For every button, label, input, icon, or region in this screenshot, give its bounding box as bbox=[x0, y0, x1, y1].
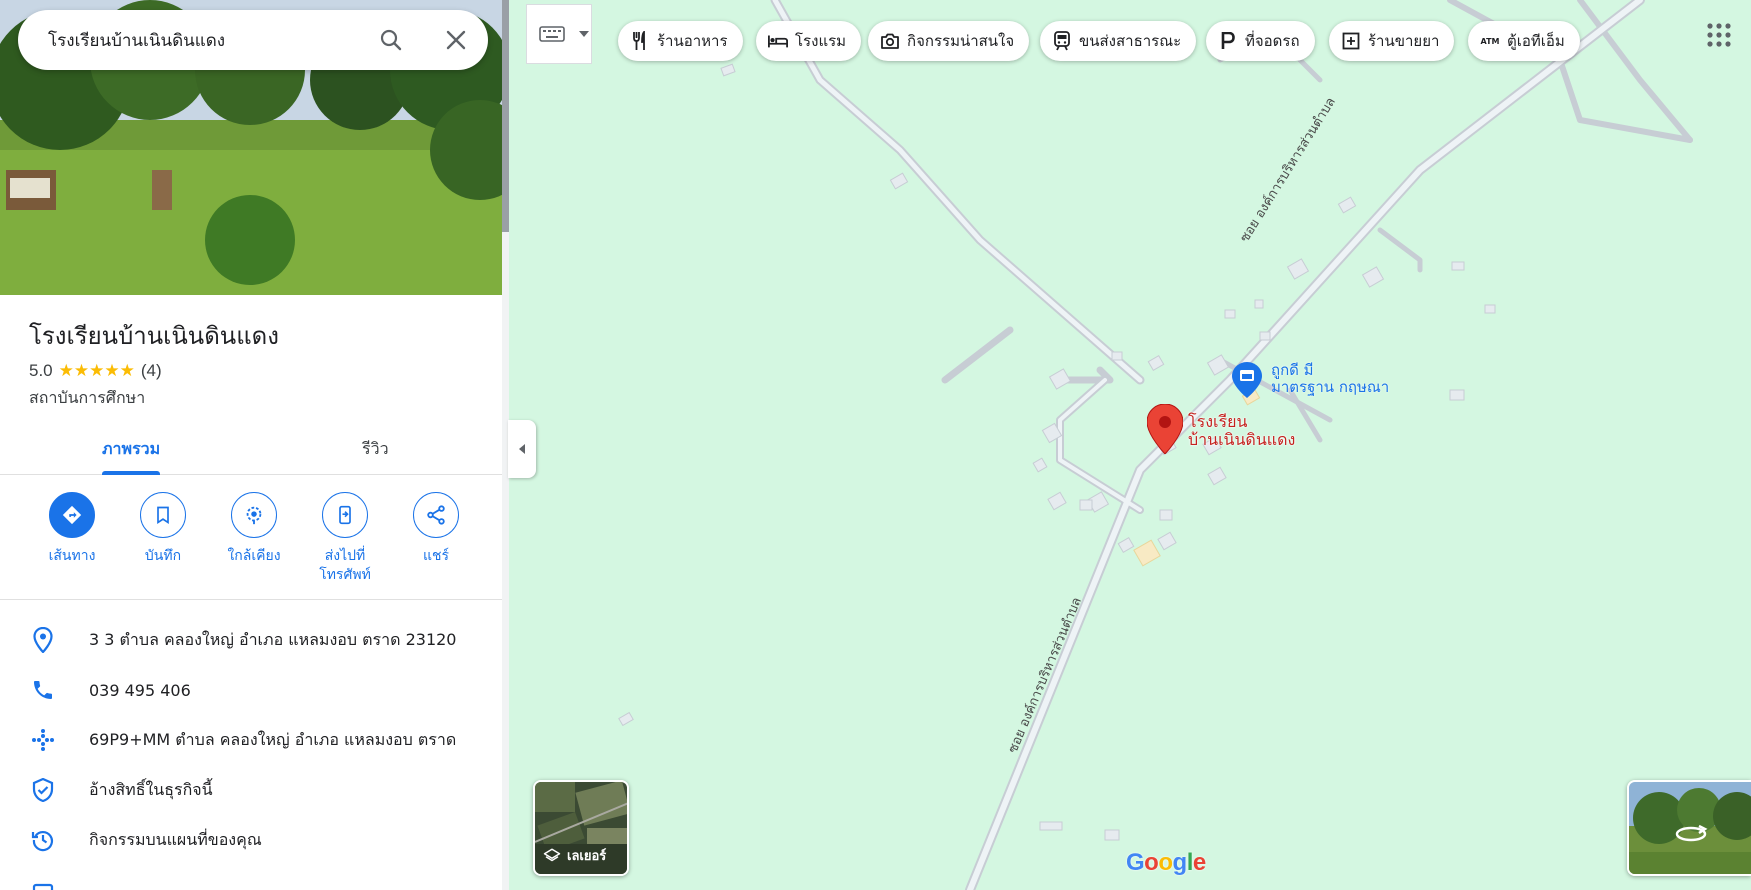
place-category[interactable]: สถาบันการศึกษา bbox=[29, 386, 145, 411]
chip-label: ที่จอดรถ bbox=[1245, 32, 1300, 50]
chip-label: ร้านอาหาร bbox=[657, 32, 728, 50]
phone-text: 039 495 406 bbox=[89, 680, 191, 700]
tab-overview[interactable]: ภาพรวม bbox=[102, 437, 160, 462]
street-view-thumbnail[interactable] bbox=[1627, 780, 1751, 876]
close-icon[interactable] bbox=[441, 25, 471, 55]
hotel-icon bbox=[768, 35, 788, 48]
google-logo: Google bbox=[1126, 849, 1206, 876]
directions-button[interactable]: เส้นทาง bbox=[26, 492, 118, 566]
map-activity-text: กิจกรรมบนแผนที่ของคุณ bbox=[89, 829, 262, 849]
bookmark-icon bbox=[157, 506, 169, 525]
search-icon[interactable] bbox=[376, 25, 406, 55]
panel-scrollbar-thumb[interactable] bbox=[502, 0, 509, 232]
save-button[interactable]: บันทึก bbox=[117, 492, 209, 566]
action-bar: เส้นทาง บันทึก ใกล้เคียง ส่งไปที่ โทรศัพ… bbox=[0, 492, 502, 600]
claim-business-text: อ้างสิทธิ์ในธุรกิจนี้ bbox=[89, 779, 213, 799]
label-icon bbox=[32, 883, 54, 890]
share-button[interactable]: แชร์ bbox=[390, 492, 482, 566]
phone-icon bbox=[34, 681, 52, 699]
location-marker-icon[interactable] bbox=[1147, 404, 1183, 454]
star-rating: ★★★★★ bbox=[58, 361, 135, 380]
share-label: แชร์ bbox=[422, 548, 450, 564]
atm-icon: ATM bbox=[1480, 36, 1500, 46]
shop-label[interactable]: ถูกดี มี มาตรฐาน กฤษณา bbox=[1271, 362, 1389, 396]
address-row[interactable]: 3 3 ตำบล คลองใหญ่ อำเภอ แหลมงอบ ตราด 231… bbox=[0, 620, 502, 660]
chevron-left-icon bbox=[519, 444, 525, 454]
location-pin-icon bbox=[33, 627, 53, 653]
save-label: บันทึก bbox=[144, 548, 182, 564]
plus-code-icon bbox=[32, 729, 54, 751]
tab-bar: ภาพรวม รีวิว bbox=[0, 425, 502, 475]
next-row-partial[interactable] bbox=[0, 870, 502, 890]
pharmacy-icon bbox=[1342, 32, 1360, 50]
directions-icon bbox=[62, 505, 82, 525]
chip-restaurants[interactable]: ร้านอาหาร bbox=[618, 21, 743, 61]
share-icon bbox=[427, 505, 445, 525]
layers-icon bbox=[543, 848, 561, 861]
verified-shield-icon bbox=[32, 778, 54, 802]
collapse-panel-button[interactable] bbox=[508, 420, 536, 478]
send-to-phone-icon bbox=[339, 505, 351, 525]
review-count[interactable]: (4) bbox=[141, 361, 162, 381]
tab-reviews[interactable]: รีวิว bbox=[362, 437, 389, 462]
chip-label: ตู้เอทีเอ็ม bbox=[1507, 32, 1565, 50]
shopping-marker-icon[interactable] bbox=[1232, 362, 1262, 398]
restaurant-icon bbox=[633, 31, 645, 50]
layers-label: เลเยอร์ bbox=[567, 849, 607, 864]
phone-row[interactable]: 039 495 406 bbox=[0, 670, 502, 710]
nearby-button[interactable]: ใกล้เคียง bbox=[208, 492, 300, 566]
camera-icon bbox=[881, 33, 899, 49]
chip-label: กิจกรรมน่าสนใจ bbox=[907, 32, 1015, 50]
chip-label: โรงแรม bbox=[795, 32, 847, 50]
input-tools-button[interactable] bbox=[526, 4, 592, 64]
send-to-phone-button[interactable]: ส่งไปที่ โทรศัพท์ bbox=[299, 492, 391, 585]
plus-code-text: 69P9+MM ตำบล คลองใหญ่ อำเภอ แหลมงอบ ตราด bbox=[89, 729, 457, 749]
directions-label: เส้นทาง bbox=[48, 548, 96, 564]
map-activity-row[interactable]: กิจกรรมบนแผนที่ของคุณ bbox=[0, 820, 502, 860]
active-tab-indicator bbox=[102, 471, 160, 475]
send-to-phone-label: ส่งไปที่ โทรศัพท์ bbox=[319, 548, 371, 583]
plus-code-row[interactable]: 69P9+MM ตำบล คลองใหญ่ อำเภอ แหลมงอบ ตราด bbox=[0, 720, 502, 760]
place-title: โรงเรียนบ้านเนินดินแดง bbox=[29, 322, 279, 350]
place-panel: โรงเรียนบ้านเนินดินแดง 5.0 ★★★★★ (4) สถา… bbox=[0, 0, 502, 890]
chip-hotels[interactable]: โรงแรม bbox=[756, 21, 862, 61]
layers-button[interactable]: เลเยอร์ bbox=[533, 780, 629, 876]
transit-icon bbox=[1054, 31, 1070, 51]
history-icon bbox=[31, 831, 54, 852]
claim-business-row[interactable]: อ้างสิทธิ์ในธุรกิจนี้ bbox=[0, 770, 502, 810]
marker-label[interactable]: โรงเรียน บ้านเนินดินแดง bbox=[1188, 413, 1295, 449]
chip-label: ร้านขายยา bbox=[1368, 32, 1440, 50]
chip-things-to-do[interactable]: กิจกรรมน่าสนใจ bbox=[868, 21, 1030, 61]
caret-down-icon[interactable] bbox=[579, 31, 589, 37]
chip-transit[interactable]: ขนส่งสาธารณะ bbox=[1040, 21, 1197, 61]
search-input[interactable] bbox=[48, 30, 358, 50]
chip-pharmacies[interactable]: ร้านขายยา bbox=[1329, 21, 1455, 61]
keyboard-icon bbox=[539, 26, 565, 42]
address-text: 3 3 ตำบล คลองใหญ่ อำเภอ แหลมงอบ ตราด 231… bbox=[89, 629, 457, 649]
parking-icon bbox=[1221, 32, 1235, 49]
google-apps-icon[interactable] bbox=[1706, 22, 1732, 48]
chip-atms[interactable]: ATM ตู้เอทีเอ็ม bbox=[1468, 21, 1580, 61]
nearby-label: ใกล้เคียง bbox=[227, 548, 281, 564]
chip-label: ขนส่งสาธารณะ bbox=[1079, 32, 1182, 50]
rating-value: 5.0 bbox=[29, 361, 53, 380]
search-box[interactable] bbox=[18, 10, 488, 70]
nearby-icon bbox=[246, 506, 262, 525]
chip-parking[interactable]: ที่จอดรถ bbox=[1206, 21, 1315, 61]
rating-row[interactable]: 5.0 ★★★★★ (4) bbox=[29, 361, 162, 381]
